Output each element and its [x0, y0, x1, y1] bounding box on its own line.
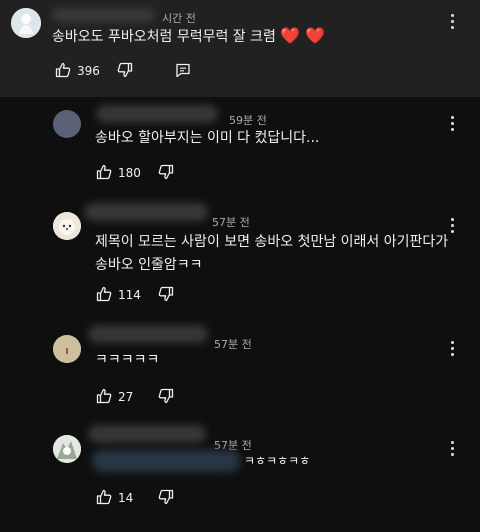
comment-5-avatar[interactable] [53, 435, 81, 463]
thumbs-up-icon [96, 388, 112, 404]
comment-1-more-icon[interactable] [449, 14, 455, 30]
thumbs-up-icon [96, 489, 112, 505]
comment-2-like-button[interactable] [96, 164, 112, 180]
comment-4-avatar[interactable] [53, 335, 81, 363]
thumbs-down-icon [158, 164, 174, 180]
comment-2-dislike-button[interactable] [158, 164, 174, 180]
comment-2-text: 송바오 할아부지는 이미 다 컸답니다... [95, 130, 320, 146]
comment-2-username-redacted [96, 105, 218, 123]
comment-1-avatar[interactable] [11, 8, 41, 38]
comment-4-dislike-button[interactable] [158, 388, 174, 404]
thumbs-down-icon [158, 489, 174, 505]
comment-1-text-content: 송바오도 푸바오처럼 무럭무럭 잘 크렴 [52, 29, 276, 45]
comment-2-avatar[interactable] [53, 110, 81, 138]
thumbs-down-icon [158, 286, 174, 302]
comment-1-like-button[interactable] [55, 62, 71, 78]
thumbs-up-icon [96, 286, 112, 302]
heart-icons: ❤️ ❤️ [280, 26, 326, 45]
comment-4-text: ㅋㅋㅋㅋㅋ [95, 352, 160, 368]
comment-5-dislike-button[interactable] [158, 489, 174, 505]
thumbs-down-icon [158, 388, 174, 404]
comment-4-like-button[interactable] [96, 388, 112, 404]
comment-4-like-count: 27 [118, 390, 134, 404]
thumbs-up-icon [96, 164, 112, 180]
comment-3-dislike-button[interactable] [158, 286, 174, 302]
reply-icon [176, 63, 190, 78]
comment-5-like-button[interactable] [96, 489, 112, 505]
comment-4-more-icon[interactable] [449, 341, 455, 357]
comment-3-text: 제목이 모르는 사람이 보면 송바오 첫만남 이래서 아기판다가 송바오 인줄암… [95, 234, 449, 273]
comment-2-timestamp: 59분 전 [229, 114, 267, 127]
comment-3-like-count: 114 [118, 288, 141, 302]
comment-2-more-icon[interactable] [449, 116, 455, 132]
comment-4-username-redacted [88, 325, 208, 343]
comment-5-more-icon[interactable] [449, 441, 455, 457]
comment-5-like-count: 14 [118, 491, 134, 505]
comment-1-dislike-button[interactable] [117, 62, 133, 78]
comment-5-text-redacted [92, 450, 240, 472]
comment-3-more-icon[interactable] [449, 218, 455, 234]
comment-4-timestamp: 57분 전 [214, 338, 252, 351]
comment-3-like-button[interactable] [96, 286, 112, 302]
comment-3-username-redacted [84, 203, 208, 221]
comment-1-username-redacted [52, 8, 155, 22]
comment-3-timestamp: 57분 전 [212, 216, 250, 229]
thumbs-up-icon [55, 62, 71, 78]
comment-1-reply-button[interactable] [175, 62, 191, 78]
comment-5-username-redacted [88, 425, 206, 443]
comment-1-text: 송바오도 푸바오처럼 무럭무럭 잘 크렴 ❤️ ❤️ [52, 24, 325, 49]
thumbs-down-icon [117, 62, 133, 78]
comment-2-like-count: 180 [118, 166, 141, 180]
comment-5-text: ㅋㅎㅋㅎㅋㅎ [244, 454, 311, 468]
comment-1-like-count: 396 [77, 64, 100, 78]
comment-3-avatar[interactable] [53, 212, 81, 240]
